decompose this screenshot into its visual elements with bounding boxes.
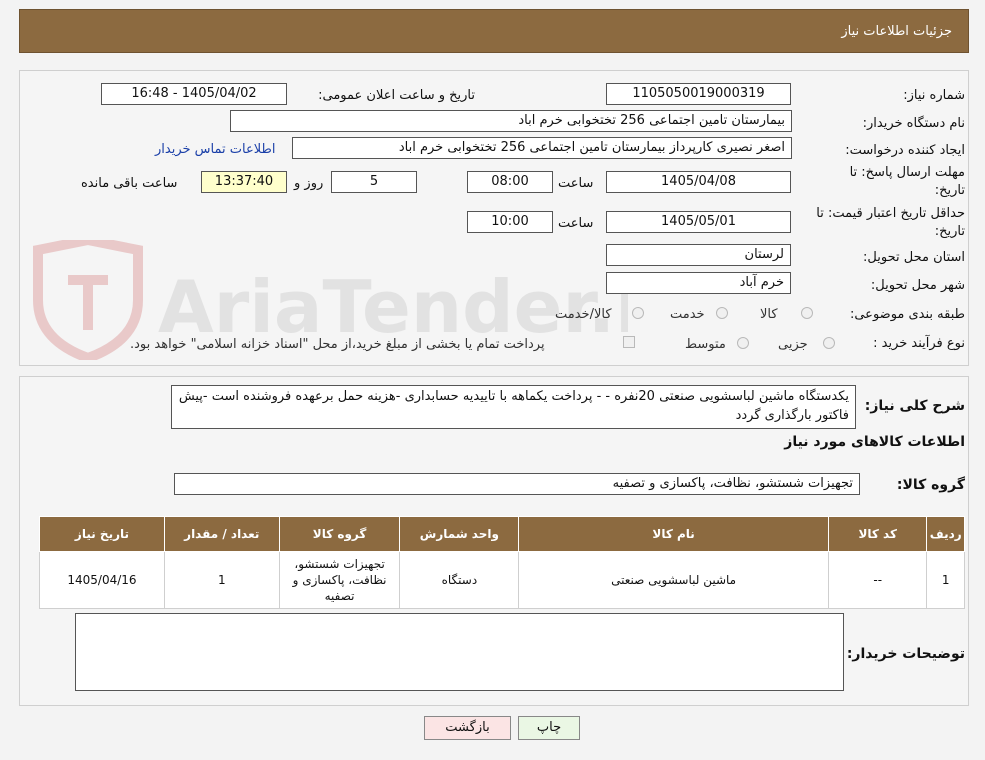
col-date: تاریخ نیاز — [39, 516, 165, 552]
treasury-payment-checkbox[interactable] — [623, 336, 635, 348]
need-number-label: شماره نیاز: — [903, 88, 965, 103]
remaining-label: ساعت باقی مانده — [81, 176, 178, 191]
process-radio-medium[interactable] — [737, 337, 749, 349]
cell-unit: دستگاه — [399, 551, 520, 609]
buyer-notes-label: توضیحات خریدار: — [846, 646, 965, 662]
city-label: شهر محل تحویل: — [870, 278, 965, 293]
deadline-time-field: 08:00 — [467, 171, 553, 193]
description-label: شرح کلی نیاز: — [864, 398, 965, 414]
validity-time-field: 10:00 — [467, 211, 553, 233]
cell-name: ماشین لباسشویی صنعتی — [518, 551, 829, 609]
buyer-org-field: بیمارستان تامین اجتماعی 256 تختخوابی خرم… — [230, 110, 792, 132]
deadline-date-field: 1405/04/08 — [606, 171, 791, 193]
deadline-time-label: ساعت — [558, 176, 594, 191]
need-number-field: 1105050019000319 — [606, 83, 791, 105]
remaining-time-field: 13:37:40 — [201, 171, 287, 193]
category-radio-goods[interactable] — [801, 307, 813, 319]
buyer-notes-textarea[interactable] — [75, 613, 844, 691]
creator-label: ایجاد کننده درخواست: — [845, 143, 965, 158]
days-field: 5 — [331, 171, 417, 193]
col-group: گروه کالا — [278, 516, 401, 552]
cell-qty: 1 — [163, 551, 280, 609]
category-label: طبقه بندی موضوعی: — [849, 307, 965, 322]
buyer-org-label: نام دستگاه خریدار: — [862, 116, 965, 131]
print-button[interactable]: چاپ — [518, 716, 580, 740]
col-name: نام کالا — [518, 516, 829, 552]
col-row: ردیف — [926, 516, 965, 552]
process-option-medium: متوسط — [685, 337, 726, 352]
deadline-label: مهلت ارسال پاسخ: تا تاریخ: — [849, 165, 965, 198]
description-textarea[interactable]: یکدستگاه ماشین لباسشویی صنعتی 20نفره - -… — [171, 385, 856, 429]
city-field: خرم آباد — [606, 272, 791, 294]
goods-section-title: اطلاعات کالاهای مورد نیاز — [784, 434, 965, 450]
days-label: روز و — [294, 176, 324, 191]
process-label: نوع فرآیند خرید : — [873, 336, 965, 351]
back-button[interactable]: بازگشت — [424, 716, 511, 740]
announce-label: تاریخ و ساعت اعلان عمومی: — [318, 88, 475, 103]
page-header: جزئیات اطلاعات نیاز — [19, 9, 969, 53]
cell-group: تجهیزات شستشو، نظافت، پاکسازی و تصفیه — [278, 551, 401, 609]
col-code: کد کالا — [827, 516, 928, 552]
table-row: 1 -- ماشین لباسشویی صنعتی دستگاه تجهیزات… — [39, 551, 965, 609]
validity-date-field: 1405/05/01 — [606, 211, 791, 233]
goods-group-label: گروه کالا: — [896, 477, 965, 493]
col-unit: واحد شمارش — [399, 516, 520, 552]
description-text: یکدستگاه ماشین لباسشویی صنعتی 20نفره - -… — [178, 389, 849, 423]
buyer-contact-link[interactable]: اطلاعات تماس خریدار — [155, 142, 275, 157]
category-radio-goods-service[interactable] — [632, 307, 644, 319]
col-qty: تعداد / مقدار — [163, 516, 280, 552]
category-option-goods: کالا — [760, 307, 778, 322]
validity-label: حداقل تاریخ اعتبار قیمت: تا تاریخ: — [816, 206, 965, 239]
cell-row: 1 — [926, 551, 965, 609]
announce-field: 1405/04/02 - 16:48 — [101, 83, 287, 105]
treasury-payment-note: پرداخت تمام یا بخشی از مبلغ خرید،از محل … — [130, 337, 545, 352]
goods-table: ردیف کد کالا نام کالا واحد شمارش گروه کا… — [39, 516, 965, 609]
validity-time-label: ساعت — [558, 216, 594, 231]
page-title: جزئیات اطلاعات نیاز — [841, 24, 952, 39]
category-radio-service[interactable] — [716, 307, 728, 319]
goods-group-field: تجهیزات شستشو، نظافت، پاکسازی و تصفیه — [174, 473, 860, 495]
cell-date: 1405/04/16 — [39, 551, 165, 609]
cell-code: -- — [827, 551, 928, 609]
province-label: استان محل تحویل: — [863, 250, 965, 265]
process-option-minor: جزیی — [778, 337, 808, 352]
category-option-goods-service: کالا/خدمت — [555, 307, 612, 322]
category-option-service: خدمت — [670, 307, 705, 322]
process-radio-minor[interactable] — [823, 337, 835, 349]
creator-field: اصغر نصیری کارپرداز بیمارستان تامین اجتم… — [292, 137, 792, 159]
goods-table-header: ردیف کد کالا نام کالا واحد شمارش گروه کا… — [39, 516, 965, 552]
province-field: لرستان — [606, 244, 791, 266]
